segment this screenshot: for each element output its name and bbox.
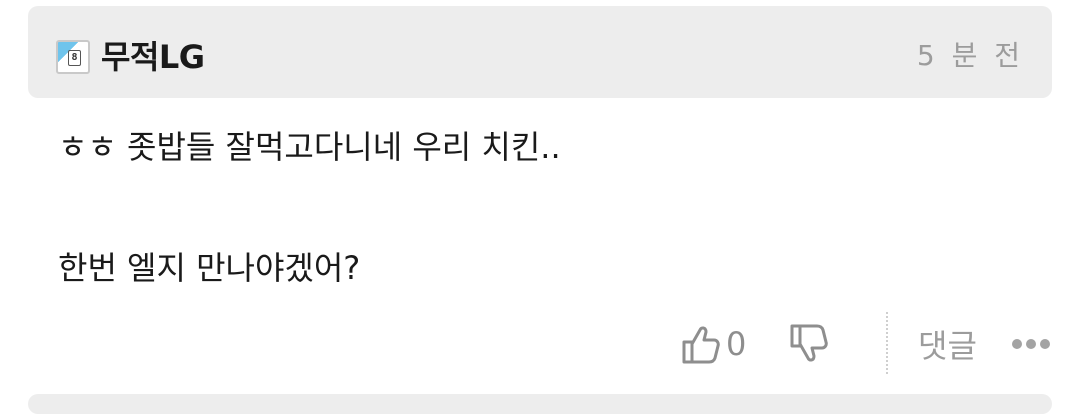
action-divider: [886, 312, 888, 374]
like-count: 0: [726, 325, 747, 363]
comment-timestamp: 5 분 전: [916, 39, 1024, 72]
level-badge-icon: 8: [56, 40, 90, 74]
like-button[interactable]: 0: [680, 318, 746, 370]
comment-body-line-2: 한번 엘지 만나야겠어?: [58, 249, 361, 287]
next-comment-card: [28, 394, 1052, 414]
more-button[interactable]: [1012, 320, 1050, 368]
comment-author[interactable]: 무적LG: [101, 37, 205, 77]
thumbs-up-icon: [682, 326, 720, 364]
comment-header: 8 무적LG 5 분 전: [28, 6, 1052, 98]
more-dots-icon: [1012, 339, 1050, 349]
comment-body-line-1: ㅎㅎ 좃밥들 잘먹고다니네 우리 치킨..: [58, 128, 561, 166]
level-badge-glyph: 8: [68, 50, 81, 66]
reply-button[interactable]: 댓글: [918, 320, 977, 368]
thumbs-down-icon: [790, 324, 828, 362]
dislike-button[interactable]: [788, 318, 828, 370]
comment-actions: 0 댓글: [0, 312, 1080, 374]
